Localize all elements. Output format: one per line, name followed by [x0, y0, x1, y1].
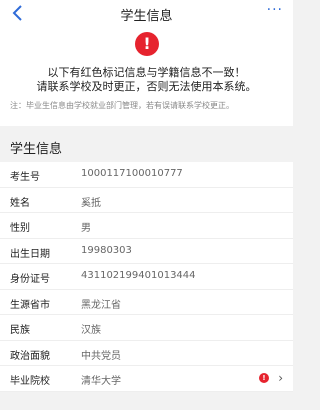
student-info-page: 学生信息 ··· ! 以下有红色标记信息与学籍信息不一致！ 请联系学校及时更正，否…: [0, 0, 293, 410]
row-label: 考生号: [10, 172, 40, 183]
row-label: 毕业院校: [10, 376, 50, 387]
row-label: 性别: [10, 223, 30, 234]
more-dots-icon[interactable]: ···: [267, 2, 283, 18]
row-value: 431102199401013444: [81, 270, 196, 281]
info-row: 政治面貌 中共党员: [0, 341, 293, 366]
row-label: 政治面貌: [10, 350, 50, 362]
row-label: 身份证号: [10, 274, 50, 285]
info-row: 姓名 奚抵: [0, 188, 293, 213]
alert-note: 注：毕业生信息由学校就业部门管理，若有误请联系学校更正。: [10, 101, 234, 110]
row-value: 男: [81, 223, 91, 234]
chevron-right-icon[interactable]: ›: [278, 371, 283, 385]
row-label: 民族: [10, 325, 30, 336]
row-label: 生源省市: [10, 299, 50, 311]
info-row: 性别 男: [0, 213, 293, 239]
row-label: 出生日期: [10, 248, 50, 260]
exclamation-icon: !: [135, 32, 159, 56]
section-title: 学生信息: [10, 142, 63, 157]
row-value: 清华大学: [81, 376, 121, 387]
alert-message: 以下有红色标记信息与学籍信息不一致！ 请联系学校及时更正，否则无法使用本系统。: [36, 66, 257, 93]
row-label: 姓名: [10, 197, 30, 209]
info-row[interactable]: 毕业院校 清华大学! ›: [0, 366, 293, 392]
info-row: 民族 汉族: [0, 315, 293, 341]
row-value: 奚抵: [81, 197, 101, 209]
row-value: 中共党员: [81, 350, 121, 362]
row-value: 汉族: [81, 325, 101, 336]
info-row: 生源省市 黑龙江省: [0, 290, 293, 315]
page-title: 学生信息: [120, 9, 173, 24]
row-value: 19980303: [81, 244, 132, 256]
warning-icon: !: [259, 373, 269, 383]
row-value: 1000117100010777: [81, 168, 183, 179]
info-row: 身份证号 431102199401013444: [0, 264, 293, 290]
info-row: 出生日期 19980303: [0, 239, 293, 264]
info-row: 考生号 1000117100010777: [0, 162, 293, 188]
row-value: 黑龙江省: [81, 299, 121, 311]
nav-bar: 学生信息 ···: [0, 0, 293, 26]
mismatch-alert: ! 以下有红色标记信息与学籍信息不一致！ 请联系学校及时更正，否则无法使用本系统。…: [0, 26, 293, 126]
info-list: 考生号 1000117100010777 姓名 奚抵性别 男出生日期 19980303 身份…: [0, 162, 293, 392]
